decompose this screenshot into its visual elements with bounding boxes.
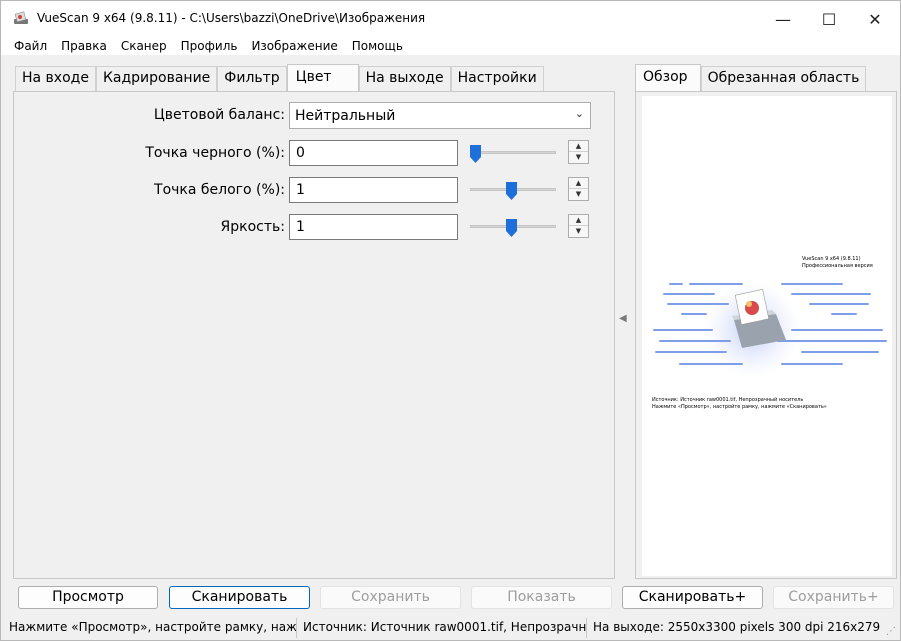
save-plus-button[interactable]: Сохранить+ [773,586,894,609]
tab-crop[interactable]: Кадрирование [96,66,217,91]
slider-thumb[interactable] [470,145,481,163]
status-source: Источник: Источник raw0001.tif, Непрозра… [299,618,587,638]
tab-preview[interactable]: Обзор [635,64,701,91]
preview-source-text: Источник: Источник raw0001.tif, Непрозра… [652,397,827,411]
color-settings-panel: Цветовой баланс: Нейтральный ⌄ Точка чер… [13,91,615,579]
maximize-button[interactable]: ☐ [806,1,852,37]
tab-output[interactable]: На выходе [359,66,451,91]
tab-filter[interactable]: Фильтр [217,66,286,91]
brightness-slider[interactable] [470,218,556,236]
window-title: VueScan 9 x64 (9.8.11) - C:\Users\bazzi\… [37,11,425,25]
slider-track [470,151,556,154]
preview-splash-graphic [642,96,892,576]
brightness-input[interactable]: 1 [289,214,458,240]
menu-edit[interactable]: Правка [54,37,114,55]
slider-thumb[interactable] [506,182,517,200]
collapse-panel-icon[interactable]: ◀ [619,313,627,324]
left-tab-strip: На входе Кадрирование Фильтр Цвет На вых… [15,65,544,91]
tab-color[interactable]: Цвет [287,64,359,91]
spin-up-icon[interactable]: ▲ [569,215,588,226]
title-bar: VueScan 9 x64 (9.8.11) - C:\Users\bazzi\… [1,1,900,37]
slider-thumb[interactable] [506,219,517,237]
chevron-down-icon: ⌄ [575,107,584,120]
brightness-spinner[interactable]: ▲ ▼ [568,214,589,238]
spin-down-icon[interactable]: ▼ [569,226,588,237]
brightness-label: Яркость: [221,219,285,235]
spin-down-icon[interactable]: ▼ [569,152,588,163]
black-point-label: Точка черного (%): [145,145,285,161]
menu-scanner[interactable]: Сканер [114,37,174,55]
menu-image[interactable]: Изображение [244,37,344,55]
preview-button[interactable]: Просмотр [18,586,158,609]
white-point-input[interactable]: 1 [289,177,458,203]
black-point-slider[interactable] [470,144,556,162]
status-bar: Нажмите «Просмотр», настройте рамку, наж… [1,615,900,640]
preview-canvas[interactable]: VueScan 9 x64 (9.8.11) Профессиональная … [642,96,892,576]
menu-help[interactable]: Помощь [345,37,410,55]
status-hint: Нажмите «Просмотр», настройте рамку, наж… [5,618,297,638]
spin-up-icon[interactable]: ▲ [569,178,588,189]
scan-plus-button[interactable]: Сканировать+ [622,586,763,609]
menu-profile[interactable]: Профиль [174,37,245,55]
spin-down-icon[interactable]: ▼ [569,189,588,200]
tab-input[interactable]: На входе [15,66,96,91]
black-point-spinner[interactable]: ▲ ▼ [568,140,589,164]
scan-button[interactable]: Сканировать [169,586,310,609]
menu-file[interactable]: Файл [1,37,54,55]
right-tab-strip: Обзор Обрезанная область [635,65,866,91]
show-button[interactable]: Показать [471,586,612,609]
white-point-spinner[interactable]: ▲ ▼ [568,177,589,201]
maximize-icon: ☐ [822,10,836,29]
black-point-input[interactable]: 0 [289,140,458,166]
color-balance-select[interactable]: Нейтральный ⌄ [289,102,591,129]
vuescan-window: VueScan 9 x64 (9.8.11) - C:\Users\bazzi\… [0,0,901,641]
vuescan-app-icon [13,11,29,27]
menu-bar: Файл Правка Сканер Профиль Изображение П… [1,37,900,55]
spin-up-icon[interactable]: ▲ [569,141,588,152]
close-button[interactable]: ✕ [852,1,898,37]
tab-settings[interactable]: Настройки [451,66,544,91]
minimize-icon: — [775,10,791,29]
resize-grip-icon[interactable]: ⋰ [886,626,896,637]
color-balance-label: Цветовой баланс: [154,107,285,123]
close-icon: ✕ [868,10,881,29]
tab-cropped-area[interactable]: Обрезанная область [701,66,867,91]
preview-title: VueScan 9 x64 (9.8.11) Профессиональная … [802,256,873,270]
white-point-label: Точка белого (%): [154,182,285,198]
minimize-button[interactable]: — [760,1,806,37]
status-output: На выходе: 2550x3300 pixels 300 dpi 216x… [589,618,881,638]
save-button[interactable]: Сохранить [320,586,461,609]
preview-panel: VueScan 9 x64 (9.8.11) Профессиональная … [635,91,897,579]
white-point-slider[interactable] [470,181,556,199]
color-balance-value: Нейтральный [295,108,395,124]
